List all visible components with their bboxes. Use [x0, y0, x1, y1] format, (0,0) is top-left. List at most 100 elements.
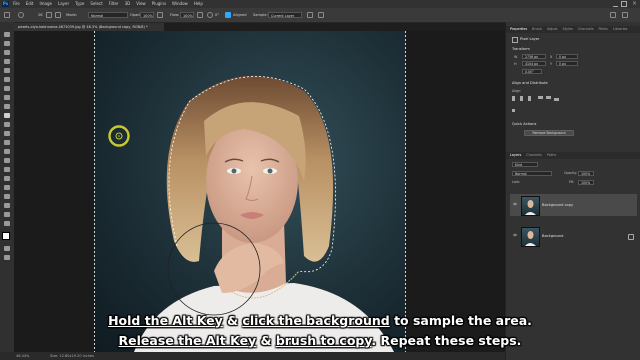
- align-top-icon[interactable]: [538, 96, 543, 99]
- tab-paths[interactable]: Paths: [599, 26, 608, 33]
- sample-select[interactable]: Current Layer: [268, 12, 302, 18]
- search-icon[interactable]: [610, 12, 616, 18]
- hand-tool-icon[interactable]: [4, 203, 10, 208]
- close-icon[interactable]: ×: [632, 0, 637, 8]
- crop-tool-icon[interactable]: [4, 68, 10, 73]
- layer-opacity-label: Opacity:: [564, 171, 578, 175]
- history-brush-tool-icon[interactable]: [4, 122, 10, 127]
- healing-brush-tool-icon[interactable]: [4, 95, 10, 100]
- layer-name[interactable]: Background: [542, 225, 563, 247]
- brush-settings-icon[interactable]: [46, 12, 52, 18]
- image-canvas[interactable]: [94, 31, 406, 352]
- tab-properties[interactable]: Properties: [510, 26, 527, 33]
- y-label: Y: [550, 62, 553, 66]
- filter-kind-select[interactable]: Kind: [512, 162, 538, 167]
- x-input[interactable]: 0 px: [556, 54, 578, 59]
- clone-stamp-tool-icon[interactable]: [4, 113, 10, 118]
- quick-mask-icon[interactable]: [4, 246, 10, 251]
- pen-tool-icon[interactable]: [4, 167, 10, 172]
- tab-channels[interactable]: Channels: [578, 26, 594, 33]
- tab-layer-channels[interactable]: Channels: [526, 152, 542, 159]
- foreground-color-swatch[interactable]: [2, 232, 10, 240]
- zoom-tool-icon[interactable]: [4, 212, 10, 217]
- layer-row-background-copy[interactable]: Background copy: [510, 194, 637, 216]
- menu-3d[interactable]: 3D: [125, 0, 131, 8]
- path-select-tool-icon[interactable]: [4, 185, 10, 190]
- y-input[interactable]: 0 px: [556, 61, 578, 66]
- menu-filter[interactable]: Filter: [109, 0, 119, 8]
- screen-mode-icon[interactable]: [4, 255, 10, 260]
- gradient-tool-icon[interactable]: [4, 140, 10, 145]
- pressure-opacity-icon[interactable]: [157, 12, 163, 18]
- minimize-icon[interactable]: [613, 1, 618, 7]
- pressure-size-icon[interactable]: [318, 12, 324, 18]
- quick-select-tool-icon[interactable]: [4, 59, 10, 64]
- marquee-tool-icon[interactable]: [4, 41, 10, 46]
- tools-panel: [0, 22, 15, 352]
- tab-libraries[interactable]: Libraries: [613, 26, 628, 33]
- clone-source-icon[interactable]: [55, 12, 61, 18]
- properties-tabs: Properties Brush Adjust Styles Channels …: [506, 26, 640, 33]
- menu-file[interactable]: File: [13, 0, 20, 8]
- tab-adjust[interactable]: Adjust: [547, 26, 558, 33]
- caption-text: to sample the area.: [389, 313, 532, 328]
- align-bottom-icon[interactable]: [554, 98, 559, 101]
- layer-opacity-input[interactable]: 100%: [578, 171, 594, 176]
- blend-mode-select[interactable]: Normal: [512, 171, 552, 176]
- airbrush-icon[interactable]: [197, 12, 203, 18]
- menu-plugins[interactable]: Plugins: [152, 0, 166, 8]
- angle-input[interactable]: 0.00°: [522, 69, 542, 74]
- tab-layer-paths[interactable]: Paths: [547, 152, 556, 159]
- type-tool-icon[interactable]: [4, 176, 10, 181]
- layer-row-background[interactable]: Background: [510, 225, 637, 247]
- menu-view[interactable]: View: [136, 0, 146, 8]
- home-icon[interactable]: [4, 12, 10, 18]
- more-tools-icon[interactable]: [4, 221, 10, 226]
- height-input[interactable]: 4104 px: [522, 61, 546, 66]
- maximize-icon[interactable]: [621, 1, 627, 7]
- align-left-icon[interactable]: [512, 96, 515, 101]
- fill-label: Fill:: [569, 180, 575, 184]
- zoom-readout[interactable]: 46.44%: [16, 352, 29, 360]
- eraser-tool-icon[interactable]: [4, 131, 10, 136]
- menu-image[interactable]: Image: [39, 0, 52, 8]
- aligned-checkbox[interactable]: [225, 12, 231, 18]
- move-tool-icon[interactable]: [4, 32, 10, 37]
- menu-select[interactable]: Select: [90, 0, 102, 8]
- lasso-tool-icon[interactable]: [4, 50, 10, 55]
- visibility-eye-icon[interactable]: [513, 233, 517, 237]
- align-middle-icon[interactable]: [546, 96, 551, 99]
- blur-tool-icon[interactable]: [4, 149, 10, 154]
- tab-layers[interactable]: Layers: [510, 152, 521, 159]
- clone-stamp-tool-icon[interactable]: [18, 12, 24, 18]
- workspace-icon[interactable]: [622, 12, 628, 18]
- dodge-tool-icon[interactable]: [4, 158, 10, 163]
- menu-help[interactable]: Help: [194, 0, 203, 8]
- brush-tool-icon[interactable]: [4, 104, 10, 109]
- align-title: Align and Distribute: [512, 81, 548, 85]
- x-label: X: [550, 55, 553, 59]
- tab-styles[interactable]: Styles: [563, 26, 573, 33]
- align-center-icon[interactable]: [520, 96, 523, 101]
- menu-type[interactable]: Type: [75, 0, 84, 8]
- flow-input[interactable]: 100%: [180, 12, 194, 18]
- ignore-adjustment-icon[interactable]: [307, 12, 313, 18]
- document-tab[interactable]: pexels-olya-kobruseva-4672039.jpg @ 46.3…: [14, 23, 164, 31]
- mode-select[interactable]: Normal: [88, 12, 128, 18]
- remove-background-button[interactable]: Remove Background: [524, 130, 574, 136]
- opacity-input[interactable]: 100%: [140, 12, 154, 18]
- fill-input[interactable]: 100%: [578, 180, 594, 185]
- menu-edit[interactable]: Edit: [26, 0, 34, 8]
- visibility-eye-icon[interactable]: [513, 202, 517, 206]
- rectangle-tool-icon[interactable]: [4, 194, 10, 199]
- tab-brush[interactable]: Brush: [532, 26, 542, 33]
- menu-layer[interactable]: Layer: [58, 0, 69, 8]
- width-input[interactable]: 2736 px: [522, 54, 546, 59]
- frame-tool-icon[interactable]: [4, 77, 10, 82]
- menu-window[interactable]: Window: [172, 0, 188, 8]
- more-options-icon[interactable]: [512, 109, 515, 112]
- eyedropper-tool-icon[interactable]: [4, 86, 10, 91]
- align-right-icon[interactable]: [528, 96, 531, 101]
- angle-value[interactable]: 0°: [215, 8, 219, 22]
- layer-name[interactable]: Background copy: [542, 194, 573, 216]
